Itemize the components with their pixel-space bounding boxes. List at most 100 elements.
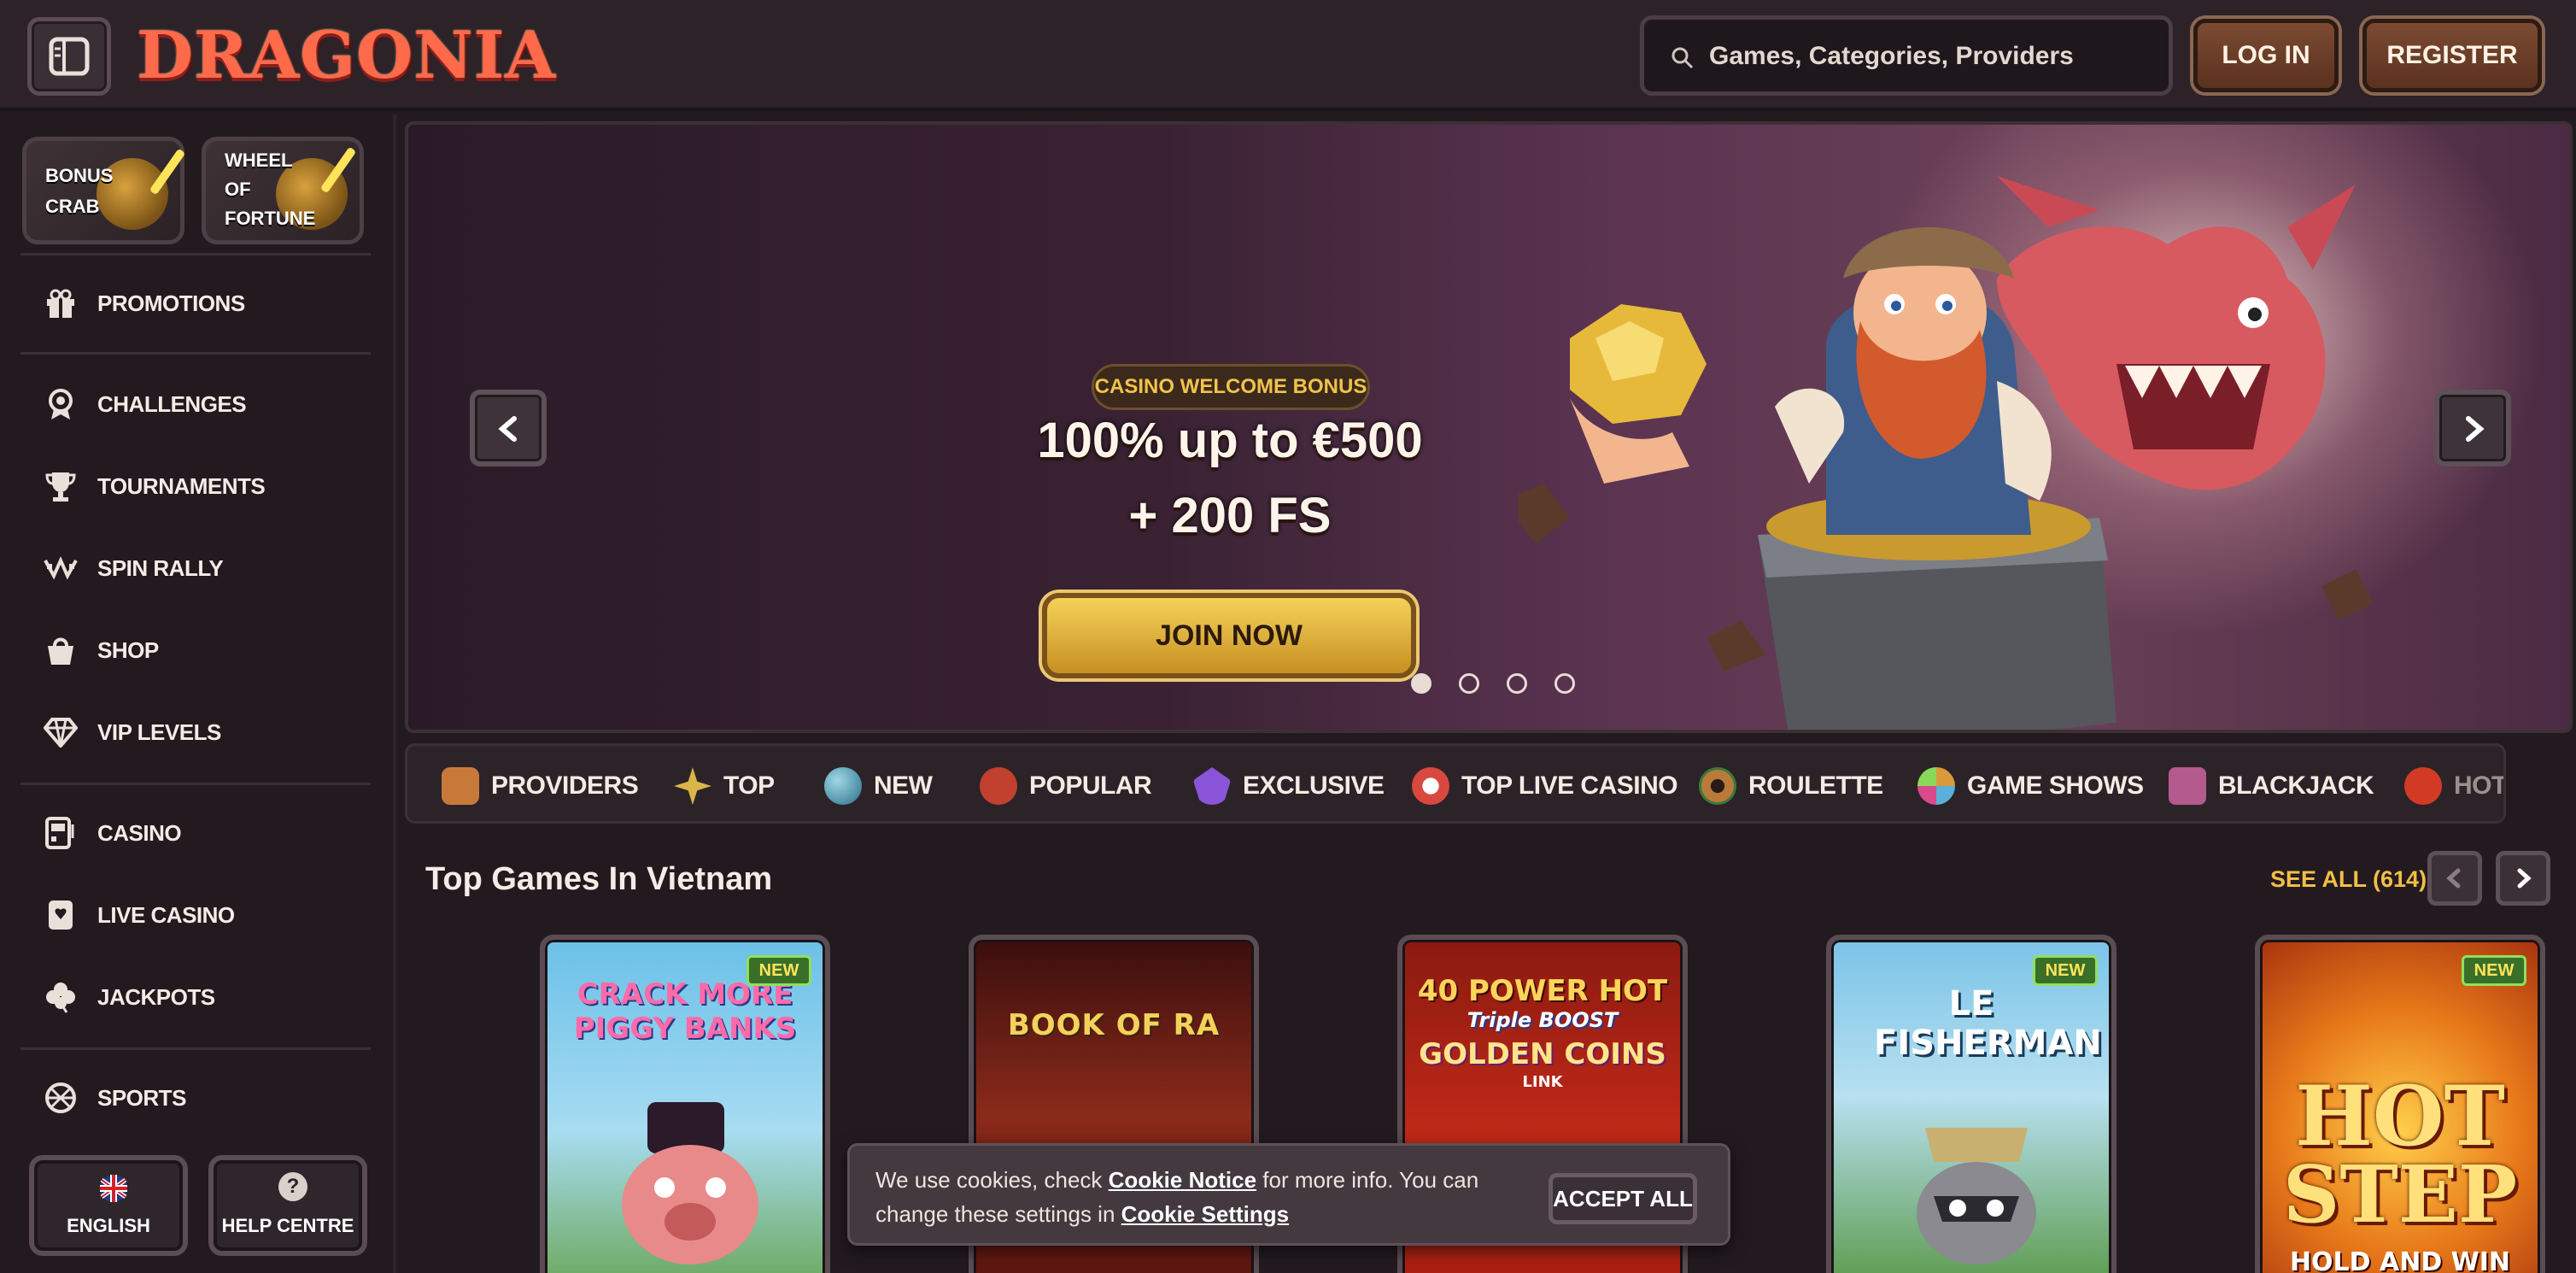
game-title-bottom: HOLD AND WIN bbox=[2289, 1247, 2511, 1273]
banner-prev-button[interactable] bbox=[470, 390, 547, 466]
star-icon bbox=[674, 767, 711, 805]
chevron-right-icon bbox=[2466, 416, 2485, 442]
wheel-line1: WHEEL bbox=[225, 150, 293, 171]
tab-blackjack[interactable]: BLACKJACK bbox=[2169, 746, 2374, 821]
game-title: CRACK MORE PIGGY BANKS bbox=[573, 977, 797, 1046]
chili-icon bbox=[2404, 767, 2442, 805]
sidebar-item-challenges[interactable]: CHALLENGES bbox=[20, 374, 371, 434]
tab-game-shows[interactable]: GAME SHOWS bbox=[1917, 746, 2144, 821]
tab-providers[interactable]: PROVIDERS bbox=[442, 746, 639, 821]
game-card-crack-more-piggy-banks[interactable]: CRACK MORE PIGGY BANKS NEW bbox=[540, 935, 830, 1273]
game-wheel-icon bbox=[1917, 767, 1955, 805]
tab-label: TOP LIVE CASINO bbox=[1461, 771, 1678, 800]
tab-popular[interactable]: POPULAR bbox=[980, 746, 1152, 821]
tab-new[interactable]: NEW bbox=[824, 746, 933, 821]
games-prev-button[interactable] bbox=[2427, 851, 2482, 906]
chevron-left-icon bbox=[2446, 868, 2461, 889]
join-now-button[interactable]: JOIN NOW bbox=[1042, 593, 1416, 678]
cookie-settings-link[interactable]: Cookie Settings bbox=[1121, 1201, 1289, 1227]
sidebar: BONUS CRAB WHEEL OF FORTUNE PROMOTIONS C… bbox=[0, 114, 396, 1273]
wheel-line2: OF bbox=[225, 179, 251, 200]
tab-label: PROVIDERS bbox=[491, 771, 639, 800]
hero-banner[interactable]: CASINO WELCOME BONUS 100% up to €500 + 2… bbox=[405, 121, 2573, 733]
game-title: BOOK OF RA bbox=[1007, 1008, 1221, 1042]
sidebar-item-casino[interactable]: CASINO bbox=[20, 803, 371, 863]
sidebar-item-promotions[interactable]: PROMOTIONS bbox=[20, 273, 371, 333]
bonus-crab-line2: CRAB bbox=[45, 196, 100, 217]
tab-label: EXCLUSIVE bbox=[1243, 771, 1385, 800]
see-all-link[interactable]: SEE ALL (614) bbox=[2270, 866, 2427, 893]
login-button[interactable]: LOG IN bbox=[2193, 19, 2339, 92]
carousel-dot-4[interactable] bbox=[1554, 673, 1575, 694]
banner-next-button[interactable] bbox=[2434, 390, 2511, 466]
rocket-icon bbox=[980, 767, 1017, 805]
new-badge: NEW bbox=[2462, 955, 2526, 986]
raccoon-fisherman-art bbox=[1917, 1128, 2036, 1264]
wheel-of-fortune-card[interactable]: WHEEL OF FORTUNE bbox=[202, 137, 364, 244]
sidebar-item-live-casino[interactable]: LIVE CASINO bbox=[20, 885, 371, 945]
sidebar-item-tournaments[interactable]: TOURNAMENTS bbox=[20, 456, 371, 516]
dwarf-miner-dragon-artwork bbox=[1519, 176, 2373, 730]
tab-label: BLACKJACK bbox=[2218, 771, 2374, 800]
new-badge: NEW bbox=[2033, 955, 2098, 986]
sidebar-divider bbox=[20, 783, 371, 785]
help-circle-icon: ? bbox=[278, 1172, 307, 1201]
race-flag-icon bbox=[39, 547, 82, 590]
tab-label: GAME SHOWS bbox=[1967, 771, 2144, 800]
sidebar-item-sports[interactable]: SPORTS bbox=[20, 1068, 371, 1128]
tab-top-live-casino[interactable]: TOP LIVE CASINO bbox=[1412, 746, 1678, 821]
accept-all-button[interactable]: ACCEPT ALL bbox=[1549, 1173, 1697, 1224]
sidebar-item-label: CASINO bbox=[97, 819, 182, 846]
tab-label: NEW bbox=[874, 771, 933, 800]
cards-icon bbox=[2169, 767, 2206, 805]
bonus-crab-card[interactable]: BONUS CRAB bbox=[22, 137, 186, 244]
bonus-amount-line: 100% up to €500 bbox=[1037, 413, 1423, 468]
top-header: DRAGONIA Games, Categories, Providers LO… bbox=[0, 0, 2576, 111]
sidebar-item-label: CHALLENGES bbox=[97, 390, 247, 417]
category-tabs: PROVIDERS TOP NEW POPULAR EXCLUSIVE TOP … bbox=[405, 743, 2506, 824]
language-selector-button[interactable]: ENGLISH bbox=[29, 1155, 188, 1256]
sidebar-item-shop[interactable]: SHOP bbox=[20, 620, 371, 680]
sidebar-item-jackpots[interactable]: JACKPOTS bbox=[20, 967, 371, 1027]
welcome-bonus-badge: CASINO WELCOME BONUS bbox=[1092, 364, 1370, 410]
game-card-le-fisherman[interactable]: LE FISHERMAN NEW bbox=[1826, 935, 2116, 1273]
help-centre-button[interactable]: ? HELP CENTRE bbox=[208, 1155, 367, 1256]
tab-label: ROULETTE bbox=[1748, 771, 1883, 800]
sidebar-item-spin-rally[interactable]: SPIN RALLY bbox=[20, 538, 371, 598]
tab-roulette[interactable]: ROULETTE bbox=[1699, 746, 1883, 821]
cookie-notice-link[interactable]: Cookie Notice bbox=[1109, 1167, 1256, 1193]
roulette-icon bbox=[1699, 767, 1736, 805]
tab-hot[interactable]: HOT bbox=[2404, 746, 2506, 821]
bonus-crab-line1: BONUS bbox=[45, 165, 114, 186]
carousel-dot-3[interactable] bbox=[1507, 673, 1527, 694]
new-egg-icon bbox=[824, 767, 862, 805]
cookie-text-part: We use cookies, check bbox=[875, 1167, 1109, 1193]
tab-top[interactable]: TOP bbox=[674, 746, 775, 821]
tab-label: POPULAR bbox=[1029, 771, 1152, 800]
cookie-consent-banner: We use cookies, check Cookie Notice for … bbox=[847, 1143, 1730, 1246]
sidebar-toggle-button[interactable] bbox=[27, 17, 111, 96]
tab-label: HOT bbox=[2454, 771, 2506, 800]
game-title-link: LINK bbox=[1522, 1073, 1563, 1091]
game-title-mid: STEP bbox=[2282, 1148, 2518, 1241]
free-spins-line: + 200 FS bbox=[1128, 488, 1332, 543]
sidebar-item-label: SPIN RALLY bbox=[97, 554, 224, 581]
section-title: Top Games In Vietnam bbox=[425, 861, 773, 897]
games-next-button[interactable] bbox=[2496, 851, 2550, 906]
clover-icon bbox=[39, 976, 82, 1018]
slot-machine-icon bbox=[39, 812, 82, 854]
search-input[interactable]: Games, Categories, Providers bbox=[1640, 15, 2173, 96]
cookie-message: We use cookies, check Cookie Notice for … bbox=[875, 1163, 1525, 1231]
dragonia-logo[interactable]: DRAGONIA bbox=[137, 10, 555, 99]
sidebar-item-label: SHOP bbox=[97, 636, 159, 663]
gift-icon bbox=[39, 282, 82, 325]
sidebar-divider bbox=[20, 253, 371, 255]
carousel-dot-1[interactable] bbox=[1411, 673, 1431, 694]
carousel-dot-2[interactable] bbox=[1459, 673, 1479, 694]
register-button[interactable]: REGISTER bbox=[2362, 19, 2542, 92]
tab-exclusive[interactable]: EXCLUSIVE bbox=[1193, 746, 1385, 821]
sidebar-item-vip-levels[interactable]: VIP LEVELS bbox=[20, 702, 371, 762]
diamond-icon bbox=[39, 711, 82, 754]
game-card-hot-step[interactable]: HOT STEP HOLD AND WIN NEW bbox=[2255, 935, 2545, 1273]
ball-icon bbox=[39, 1076, 82, 1119]
